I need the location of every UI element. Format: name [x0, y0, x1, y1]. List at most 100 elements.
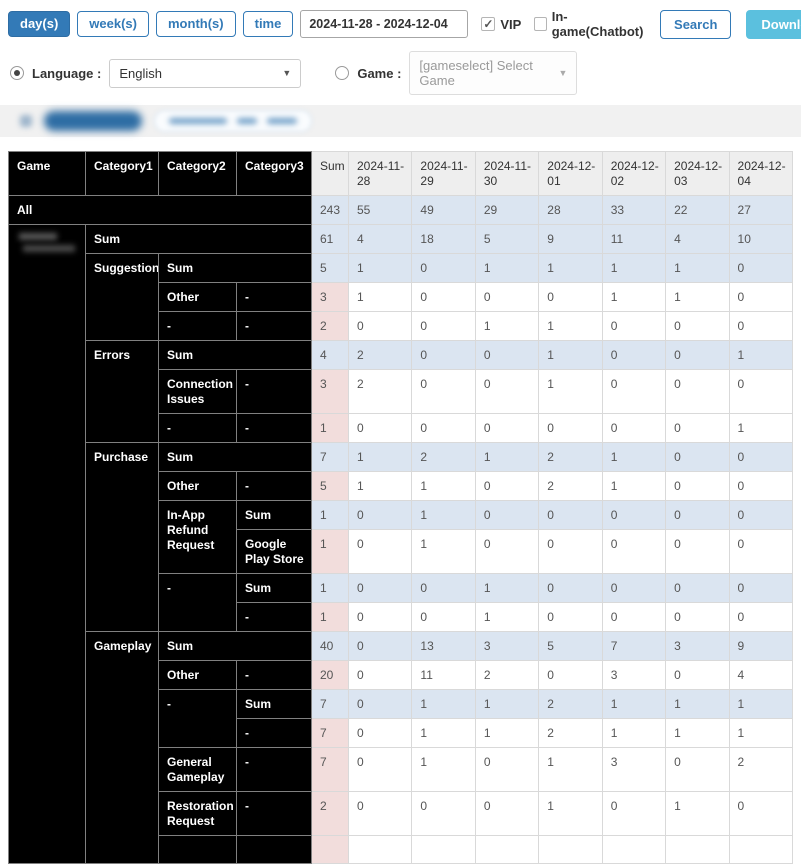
value-cell — [347, 835, 413, 864]
row-label-cell: General Gameplay — [158, 747, 237, 792]
value-cell: 0 — [665, 471, 730, 501]
redacted-primary-button[interactable] — [44, 111, 142, 131]
period-button-days[interactable]: day(s) — [8, 10, 71, 38]
sum-cell: 40 — [311, 631, 349, 661]
row-label-cell: Other — [158, 471, 237, 501]
period-button-weeks[interactable]: week(s) — [77, 10, 149, 38]
value-cell: 0 — [665, 660, 730, 690]
header-cell: Category1 — [85, 151, 159, 196]
value-cell: 0 — [601, 573, 667, 603]
row-label-cell: - — [236, 413, 312, 443]
sum-cell: 3 — [311, 369, 349, 414]
sum-cell: 4 — [311, 340, 349, 370]
game-radio[interactable] — [335, 66, 350, 80]
redacted-secondary-buttons[interactable] — [154, 110, 312, 132]
row-label-cell: Sum — [236, 689, 312, 719]
value-cell: 1 — [538, 253, 603, 283]
vip-checkbox[interactable]: ✓ — [481, 17, 496, 31]
row-label-cell: Restoration Request — [158, 791, 237, 836]
sum-cell: 3 — [311, 282, 349, 312]
vip-label: VIP — [500, 16, 522, 32]
sum-cell: 2 — [311, 311, 349, 341]
value-cell: 11 — [601, 224, 667, 254]
row-label-cell: - — [236, 747, 312, 792]
row-label-cell: Sum — [236, 500, 312, 530]
value-cell: 0 — [347, 747, 413, 792]
all-row-label-cell: All — [8, 195, 312, 225]
sum-cell: 61 — [311, 224, 349, 254]
row-label-cell: - — [158, 573, 237, 632]
row-label-cell: Sum — [236, 573, 312, 603]
row-label-cell: Purchase — [85, 442, 159, 632]
value-cell: 1 — [538, 340, 603, 370]
all-row-value-cell: 49 — [411, 195, 476, 225]
sum-cell: 7 — [311, 442, 349, 472]
language-select[interactable]: English ▼ — [109, 58, 302, 88]
sum-cell — [311, 835, 349, 864]
value-cell: 0 — [347, 791, 413, 836]
language-select-value: English — [119, 65, 162, 81]
value-cell: 1 — [474, 311, 540, 341]
report-table: Game Category1 Category2 Category3 Sum 2024-1… — [8, 151, 794, 864]
date-range-input[interactable] — [300, 10, 469, 38]
vip-checkbox-wrap[interactable]: ✓ VIP — [481, 17, 521, 32]
row-label-cell: Connection Issues — [158, 369, 237, 414]
row-label-cell: - — [236, 282, 312, 312]
sum-cell: 1 — [311, 500, 349, 530]
ingame-checkbox[interactable] — [534, 17, 547, 31]
value-cell: 0 — [665, 340, 730, 370]
value-cell: 1 — [411, 500, 476, 530]
sum-cell: 1 — [311, 529, 349, 574]
row-label-cell: Sum — [158, 253, 312, 283]
value-cell: 1 — [601, 282, 667, 312]
value-cell: 0 — [665, 573, 730, 603]
value-cell: 0 — [728, 253, 794, 283]
header-cell: 2024-12-02 — [601, 151, 667, 196]
ingame-checkbox-wrap[interactable]: In-game(Chatbot) — [534, 9, 645, 39]
value-cell: 1 — [538, 791, 603, 836]
value-cell: 0 — [728, 311, 794, 341]
value-cell: 0 — [538, 282, 603, 312]
value-cell: 1 — [474, 253, 540, 283]
value-cell: 13 — [411, 631, 476, 661]
row-label-cell: - — [236, 791, 312, 836]
redacted-game-name — [19, 233, 57, 240]
table-row: SuggestionsSum51011110 — [9, 253, 794, 341]
value-cell: 0 — [728, 573, 794, 603]
language-radio[interactable] — [10, 66, 24, 80]
download-button[interactable]: Download — [746, 9, 801, 39]
value-cell: 1 — [411, 471, 476, 501]
value-cell: 0 — [347, 718, 413, 748]
value-cell: 0 — [347, 689, 413, 719]
value-cell: 2 — [347, 369, 413, 414]
value-cell: 1 — [411, 747, 476, 792]
row-label-cell — [236, 835, 312, 864]
value-cell: 1 — [474, 718, 540, 748]
value-cell: 0 — [665, 747, 730, 792]
game-select[interactable]: [gameselect] Select Game ▼ — [409, 51, 578, 95]
search-button[interactable]: Search — [660, 9, 732, 39]
value-cell: 1 — [665, 791, 730, 836]
row-label-cell: Gameplay — [85, 631, 159, 864]
all-row-value-cell: 22 — [665, 195, 730, 225]
value-cell: 0 — [665, 442, 730, 472]
value-cell: 0 — [665, 529, 730, 574]
period-button-months[interactable]: month(s) — [156, 10, 236, 38]
ingame-label: In-game(Chatbot) — [551, 9, 644, 39]
value-cell: 0 — [538, 602, 603, 632]
period-button-time[interactable]: time — [242, 10, 294, 38]
value-cell: 0 — [411, 253, 476, 283]
all-row-value-cell: 27 — [728, 195, 794, 225]
value-cell: 1 — [347, 253, 413, 283]
redacted-action-bar — [0, 105, 801, 137]
value-cell: 0 — [728, 529, 794, 574]
sum-cell: 1 — [311, 602, 349, 632]
row-label-cell: - — [236, 602, 312, 632]
value-cell: 2 — [411, 442, 476, 472]
sum-cell: 7 — [311, 689, 349, 719]
value-cell: 1 — [538, 747, 603, 792]
toolbar: day(s)week(s)month(s)time ✓ VIP In-game(… — [0, 0, 801, 43]
row-label-cell: Google Play Store — [236, 529, 312, 574]
row-label-cell: - — [236, 718, 312, 748]
value-cell: 0 — [411, 369, 476, 414]
